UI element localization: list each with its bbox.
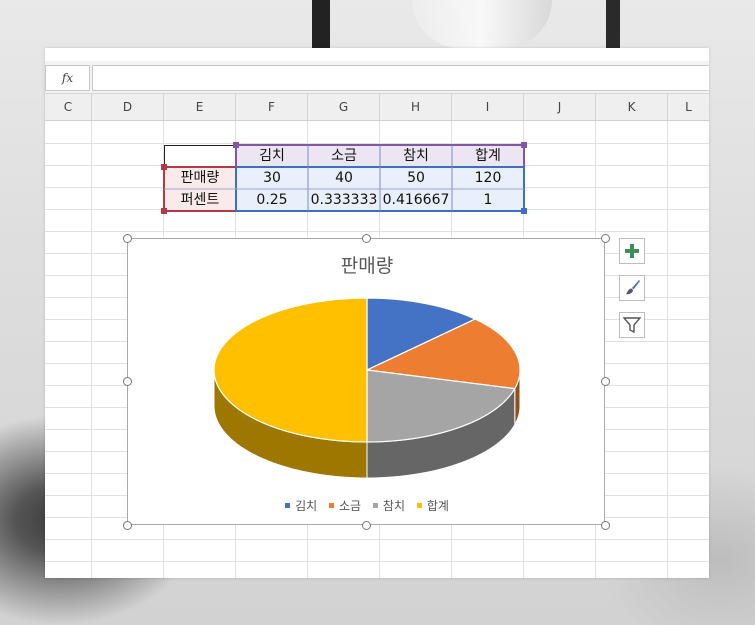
paintbrush-icon bbox=[626, 280, 640, 295]
legend-item[interactable]: 김치 bbox=[285, 497, 317, 514]
pie-plot-area[interactable] bbox=[128, 239, 606, 526]
legend-swatch bbox=[328, 503, 334, 508]
chart-legend[interactable]: 김치 소금 참치 합계 bbox=[128, 497, 606, 514]
chart-styles-button[interactable] bbox=[619, 275, 645, 301]
filter-icon bbox=[623, 317, 641, 334]
background-object bbox=[606, 0, 620, 48]
legend-item[interactable]: 참치 bbox=[372, 497, 405, 514]
resize-handle[interactable] bbox=[601, 521, 610, 530]
chart-elements-button[interactable] bbox=[619, 238, 645, 264]
legend-label: 소금 bbox=[338, 499, 362, 513]
chart-filters-button[interactable] bbox=[619, 312, 645, 338]
legend-label: 참치 bbox=[382, 499, 405, 513]
legend-item[interactable]: 합계 bbox=[416, 497, 449, 514]
plus-icon bbox=[625, 244, 639, 258]
resize-handle[interactable] bbox=[362, 521, 371, 530]
spreadsheet-window: fx C D E F G H I J K L 김치 소금 참치 합계 판매량 3… bbox=[45, 48, 709, 578]
legend-swatch bbox=[372, 503, 378, 508]
legend-label: 김치 bbox=[295, 499, 318, 513]
background-object bbox=[312, 0, 330, 48]
legend-label: 합계 bbox=[426, 499, 449, 513]
resize-handle[interactable] bbox=[362, 234, 371, 243]
legend-swatch bbox=[285, 503, 291, 508]
resize-handle[interactable] bbox=[123, 234, 132, 243]
pie-chart[interactable]: 판매량 김치 소금 참치 합계 bbox=[127, 238, 605, 525]
legend-swatch bbox=[416, 503, 422, 508]
resize-handle[interactable] bbox=[601, 377, 610, 386]
resize-handle[interactable] bbox=[601, 234, 610, 243]
legend-item[interactable]: 소금 bbox=[328, 497, 362, 514]
resize-handle[interactable] bbox=[123, 377, 132, 386]
resize-handle[interactable] bbox=[123, 521, 132, 530]
range-highlights bbox=[161, 142, 527, 214]
